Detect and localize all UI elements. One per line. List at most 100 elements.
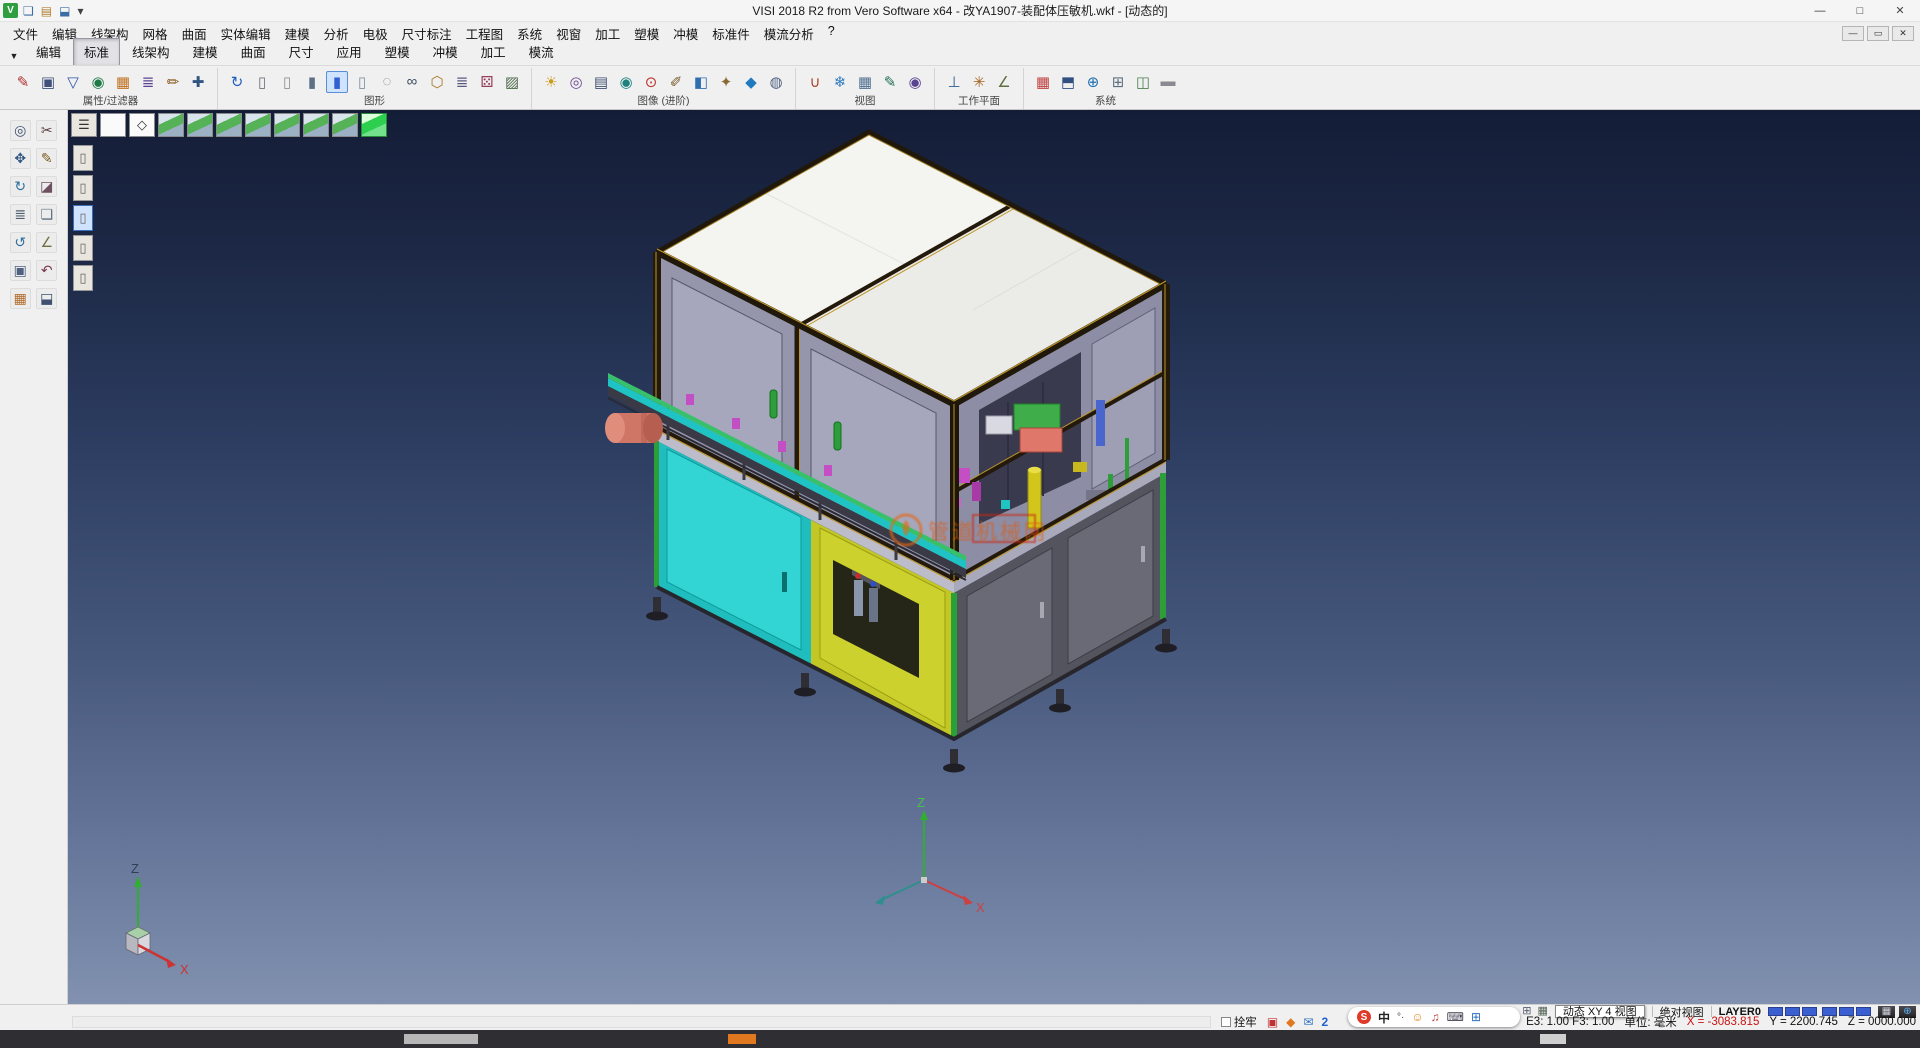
sketch-render-icon[interactable]: ✐	[665, 71, 687, 93]
wireframe-cylinder-icon[interactable]: ▯	[251, 71, 273, 93]
tab[interactable]: 建模	[182, 38, 229, 65]
menu-item[interactable]: 冲模	[666, 21, 705, 46]
material-drop-icon[interactable]: ◆	[740, 71, 762, 93]
workpiece-slab-icon[interactable]: ▬	[1157, 71, 1179, 93]
render-options-icon[interactable]: ⚄	[476, 71, 498, 93]
pan-view-icon[interactable]: ✥	[10, 148, 31, 169]
eye-visibility-icon[interactable]: ◉	[615, 71, 637, 93]
layer-stack-icon[interactable]: ≣	[451, 71, 473, 93]
tab[interactable]: 模流	[518, 38, 565, 65]
tab[interactable]: 线架构	[121, 38, 181, 65]
previous-view-icon[interactable]: ↺	[10, 232, 31, 253]
tab[interactable]: 曲面	[230, 38, 277, 65]
camera-icon[interactable]: ◎	[565, 71, 587, 93]
hidden-line-icon[interactable]: ▯	[276, 71, 298, 93]
view-visibility-icon[interactable]: ◉	[904, 71, 926, 93]
qat-dropdown-icon[interactable]: ▾	[77, 5, 83, 17]
filter-solids-icon[interactable]: ▯	[73, 175, 93, 201]
highlight-icon[interactable]: ✦	[715, 71, 737, 93]
grid-toggle-icon[interactable]: ▦	[854, 71, 876, 93]
material-barrel-icon[interactable]: ⬡	[426, 71, 448, 93]
back-view-icon[interactable]	[216, 113, 242, 137]
erase-icon[interactable]: ◪	[36, 176, 57, 197]
viewport-canvas[interactable]: 管道机械网 Z X Z	[68, 110, 1920, 1004]
workplane-axes-icon[interactable]: ⊥	[943, 71, 965, 93]
shading-mode-icon[interactable]: ◧	[690, 71, 712, 93]
shaded-view-icon[interactable]: ▮	[301, 71, 323, 93]
mdi-close-icon[interactable]: ✕	[1892, 26, 1914, 41]
attribute-brush-icon[interactable]: ✏	[162, 71, 184, 93]
annotate-view-icon[interactable]: ✎	[879, 71, 901, 93]
lock-checkbox[interactable]	[1221, 1017, 1231, 1027]
zoom-window-icon[interactable]: ◎	[10, 120, 31, 141]
ime-logo-icon[interactable]: S	[1357, 1010, 1371, 1024]
light-source-icon[interactable]: ☀	[540, 71, 562, 93]
workplane-compass-icon[interactable]: ✳	[968, 71, 990, 93]
color-filter-icon[interactable]: ▦	[112, 71, 134, 93]
tray-update-icon[interactable]: ◆	[1286, 1016, 1295, 1028]
magnet-snap-icon[interactable]: ∪	[804, 71, 826, 93]
measure-angle-icon[interactable]: ∠	[36, 232, 57, 253]
tray-tool-icon[interactable]: ▣	[1267, 1016, 1278, 1028]
preview-icon[interactable]: ◍	[765, 71, 787, 93]
view-menu-icon[interactable]: ☰	[71, 113, 97, 137]
matrix-icon[interactable]: ⊞	[1107, 71, 1129, 93]
dynamic-iso-view-icon[interactable]	[361, 113, 387, 137]
bottom-view-icon[interactable]	[332, 113, 358, 137]
filter-all-icon[interactable]: ▯	[73, 145, 93, 171]
ime-toolbox-icon[interactable]: ⊞	[1471, 1011, 1481, 1023]
film-strip-icon[interactable]: ▤	[590, 71, 612, 93]
model-viewport[interactable]: ☰◇ ▯▯▯▯▯	[68, 110, 1920, 1004]
clipboard-icon[interactable]: ⬓	[36, 288, 57, 309]
maximize-button[interactable]: □	[1840, 0, 1880, 21]
right-view-icon[interactable]	[274, 113, 300, 137]
new-sheet-icon[interactable]: ❏	[36, 204, 57, 225]
ghost-view-icon[interactable]: ◌	[376, 71, 398, 93]
duplicate-icon[interactable]: ▣	[10, 260, 31, 281]
texture-icon[interactable]: ▨	[501, 71, 523, 93]
menu-item[interactable]: 标准件	[705, 21, 757, 46]
left-view-icon[interactable]	[245, 113, 271, 137]
close-button[interactable]: ✕	[1880, 0, 1920, 21]
tab[interactable]: 标准	[73, 38, 120, 65]
view-glasses-icon[interactable]: ∞	[401, 71, 423, 93]
tab[interactable]: 加工	[470, 38, 517, 65]
filter-selection-icon[interactable]: ▽	[62, 71, 84, 93]
workplane-angle-icon[interactable]: ∠	[993, 71, 1015, 93]
os-taskbar-sliver[interactable]	[0, 1030, 1920, 1048]
tab[interactable]: 尺寸	[278, 38, 325, 65]
wireframe-cube-view-icon[interactable]: ◇	[129, 113, 155, 137]
ime-mic-icon[interactable]: ♫	[1431, 1011, 1440, 1023]
draw-pencil-icon[interactable]: ✎	[36, 148, 57, 169]
ime-keyboard-icon[interactable]: ⌨	[1447, 1011, 1464, 1023]
minimize-button[interactable]: —	[1800, 0, 1840, 21]
snap-point-icon[interactable]: ❄	[829, 71, 851, 93]
taskbar-app-segment[interactable]	[404, 1034, 478, 1044]
taskbar-app-segment-orange[interactable]	[728, 1034, 756, 1044]
tab[interactable]: 应用	[326, 38, 373, 65]
tab[interactable]: 编辑	[25, 38, 72, 65]
traffic-light-icon[interactable]: ⊙	[640, 71, 662, 93]
scissors-icon[interactable]: ✂	[36, 120, 57, 141]
filter-wire-icon[interactable]: ▯	[73, 235, 93, 261]
menu-item[interactable]: 加工	[588, 21, 627, 46]
ime-emoticon-icon[interactable]: ☺	[1411, 1011, 1423, 1023]
snapshot-icon[interactable]: ◫	[1132, 71, 1154, 93]
filter-hidden-icon[interactable]: ▯	[73, 265, 93, 291]
quick-measure-icon[interactable]: ✚	[187, 71, 209, 93]
taskbar-app-segment-white[interactable]	[1540, 1034, 1566, 1044]
front-view-icon[interactable]	[187, 113, 213, 137]
menu-item[interactable]: 塑模	[627, 21, 666, 46]
color-palette-icon[interactable]: ▦	[10, 288, 31, 309]
new-file-icon[interactable]: ❏	[23, 5, 34, 17]
mdi-minimize-icon[interactable]: —	[1842, 26, 1864, 41]
plain-view-icon[interactable]	[100, 113, 126, 137]
ime-toolbar[interactable]: S 中 °· ☺♫⌨⊞	[1348, 1007, 1520, 1027]
layer-manager-icon[interactable]: ≣	[137, 71, 159, 93]
tray-badge-icon[interactable]: 2	[1321, 1016, 1328, 1028]
lock-toggle[interactable]: 拴牢	[1221, 1014, 1257, 1030]
transparent-view-icon[interactable]: ▯	[351, 71, 373, 93]
element-filter-icon[interactable]: ◉	[87, 71, 109, 93]
iso-view-icon[interactable]	[158, 113, 184, 137]
open-file-icon[interactable]: ▤	[41, 5, 52, 17]
